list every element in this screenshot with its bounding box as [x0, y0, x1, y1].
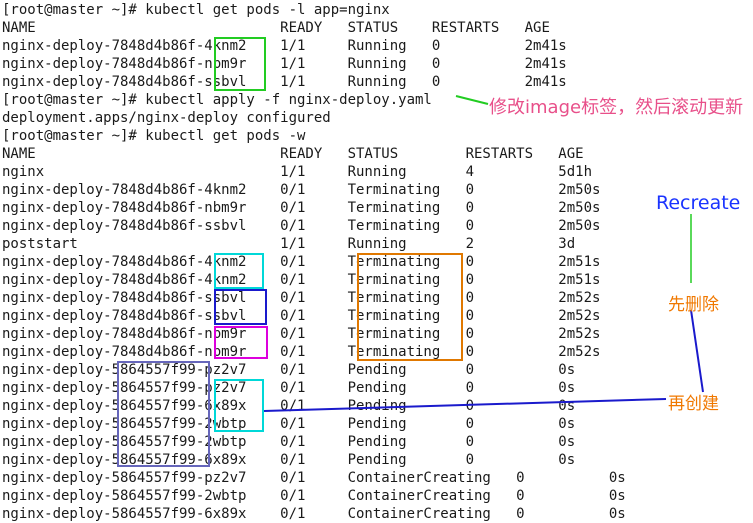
- terminal-line: nginx-deploy-7848d4b86f-ssbvl 0/1 Termin…: [2, 308, 601, 324]
- terminal-line: poststart 1/1 Running 2 3d: [2, 236, 576, 252]
- terminal-line: nginx-deploy-5864557f99-6x89x 0/1 Pendin…: [2, 398, 576, 414]
- terminal-line: [root@master ~]# kubectl get pods -w: [2, 128, 306, 144]
- terminal-line: nginx-deploy-5864557f99-6x89x 0/1 Pendin…: [2, 452, 576, 468]
- terminal-line: nginx-deploy-7848d4b86f-nbm9r 0/1 Termin…: [2, 200, 601, 216]
- terminal-line: nginx-deploy-7848d4b86f-nbm9r 0/1 Termin…: [2, 326, 601, 342]
- terminal-line: nginx-deploy-7848d4b86f-4knm2 1/1 Runnin…: [2, 38, 567, 54]
- highlight-box-initial-suffixes: [214, 37, 266, 91]
- terminal-line: NAME READY STATUS RESTARTS AGE: [2, 146, 584, 162]
- delete-first-label: 先删除: [668, 295, 719, 315]
- terminal-line: nginx-deploy-5864557f99-2wbtp 0/1 Contai…: [2, 488, 626, 504]
- create-after-label: 再创建: [668, 394, 719, 414]
- terminal-line: nginx-deploy-7848d4b86f-ssbvl 1/1 Runnin…: [2, 74, 567, 90]
- connector-line-delete-create: [690, 309, 704, 393]
- terminal-line: nginx-deploy-7848d4b86f-4knm2 0/1 Termin…: [2, 182, 601, 198]
- highlight-box-ssbvl: [214, 289, 267, 325]
- terminal-line: NAME READY STATUS RESTARTS AGE: [2, 20, 550, 36]
- terminal-line: nginx-deploy-7848d4b86f-4knm2 0/1 Termin…: [2, 272, 601, 288]
- terminal-line: nginx-deploy-5864557f99-2wbtp 0/1 Pendin…: [2, 416, 576, 432]
- terminal-line: nginx-deploy-7848d4b86f-nbm9r 1/1 Runnin…: [2, 56, 567, 72]
- terminal-line: nginx-deploy-7848d4b86f-ssbvl 0/1 Termin…: [2, 290, 601, 306]
- highlight-box-terminating: [357, 253, 463, 361]
- terminal-line: nginx-deploy-5864557f99-pz2v7 0/1 Pendin…: [2, 380, 576, 396]
- terminal-line: nginx-deploy-7848d4b86f-4knm2 0/1 Termin…: [2, 254, 601, 270]
- terminal-line: nginx-deploy-5864557f99-6x89x 0/1 Contai…: [2, 506, 626, 522]
- terminal-line: nginx-deploy-7848d4b86f-ssbvl 0/1 Termin…: [2, 218, 601, 234]
- highlight-box-nbm9r: [214, 326, 268, 359]
- highlight-box-new-hash: [117, 361, 210, 467]
- terminal-line: nginx-deploy-5864557f99-pz2v7 0/1 Pendin…: [2, 362, 576, 378]
- terminal-line: nginx 1/1 Running 4 5d1h: [2, 164, 593, 180]
- recreate-label: Recreate: [656, 192, 741, 214]
- terminal-line: nginx-deploy-5864557f99-pz2v7 0/1 Contai…: [2, 470, 626, 486]
- terminal-line: nginx-deploy-5864557f99-2wbtp 0/1 Pendin…: [2, 434, 576, 450]
- terminal-line: nginx-deploy-7848d4b86f-nbm9r 0/1 Termin…: [2, 344, 601, 360]
- terminal-line: [root@master ~]# kubectl get pods -l app…: [2, 2, 390, 18]
- terminal-output: [root@master ~]# kubectl get pods -l app…: [2, 1, 626, 523]
- highlight-box-new-suffixes: [214, 379, 264, 432]
- highlight-box-4knm2: [214, 253, 264, 289]
- update-note: 修改image标签，然后滚动更新: [489, 97, 744, 118]
